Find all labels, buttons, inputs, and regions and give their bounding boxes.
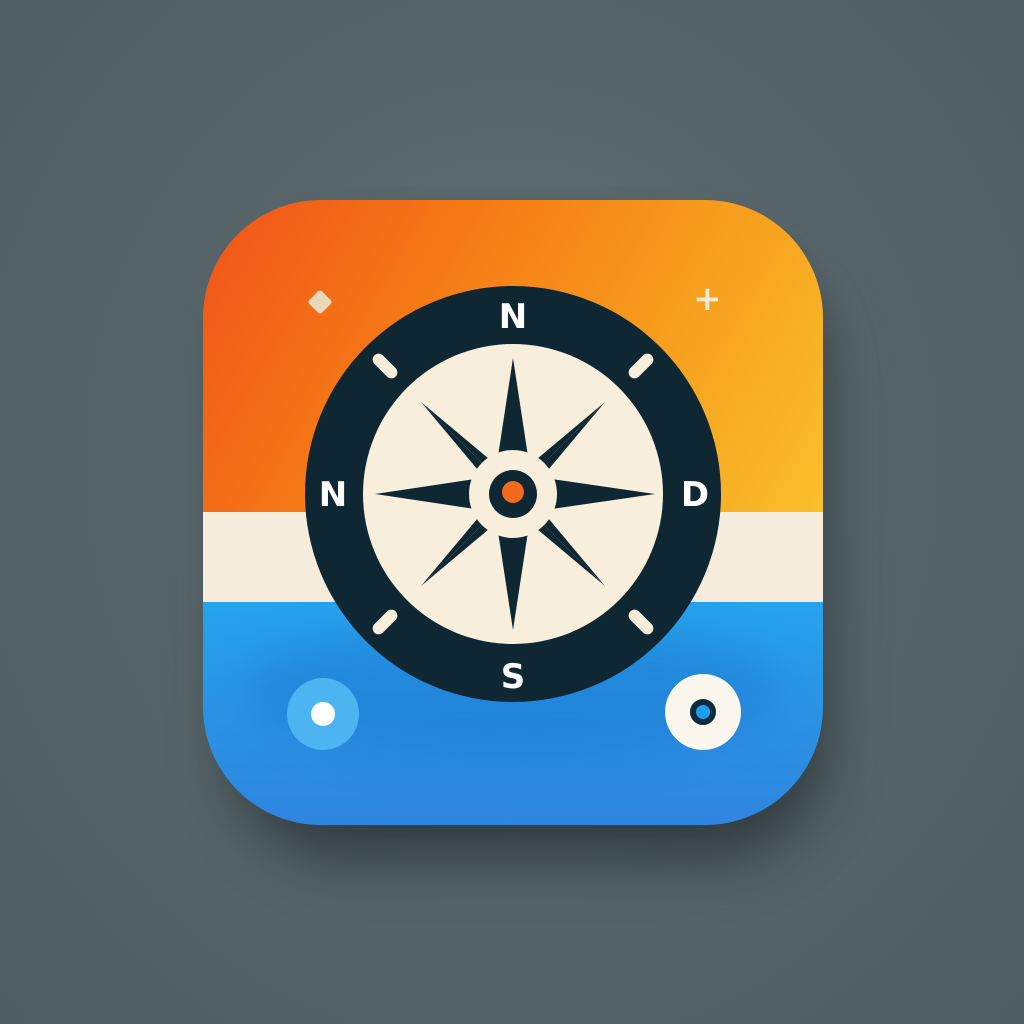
target-button[interactable] [665, 674, 741, 750]
cardinal-east: D [681, 475, 709, 515]
cardinal-south: S [501, 657, 526, 697]
location-button[interactable] [287, 678, 359, 750]
compass-app-icon[interactable]: + N N D S [203, 200, 823, 825]
hub-center-dot [502, 481, 524, 503]
cardinal-west: N [319, 475, 347, 515]
canvas: + N N D S [0, 0, 1024, 1024]
compass-dial: N N D S [305, 286, 721, 702]
target-icon [690, 699, 716, 725]
location-dot-icon [311, 702, 335, 726]
cardinal-north: N [499, 297, 527, 337]
